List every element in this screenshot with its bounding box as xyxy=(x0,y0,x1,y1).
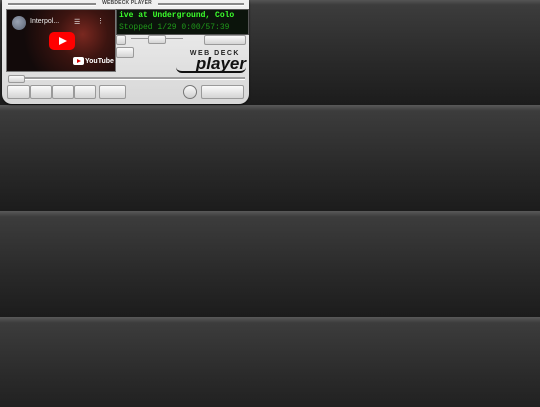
title-rule-right xyxy=(158,3,244,6)
playlist-button[interactable] xyxy=(201,85,244,99)
window-title: WEBDECK PLAYER xyxy=(102,0,152,6)
video-title[interactable]: Interpol... xyxy=(30,18,59,25)
channel-avatar[interactable] xyxy=(12,16,26,30)
background-band xyxy=(0,211,540,317)
control-divider xyxy=(131,38,148,39)
webdeck-logo: WEB DECK player xyxy=(174,50,248,73)
seek-thumb[interactable] xyxy=(8,75,25,83)
seek-bar[interactable] xyxy=(8,77,245,80)
youtube-logo[interactable]: YouTube xyxy=(73,57,114,65)
control-divider xyxy=(166,38,183,39)
playback-status: Stopped 1/29 0:00/57:39 xyxy=(119,23,230,32)
volume-down-button[interactable] xyxy=(116,35,126,45)
balance-button[interactable] xyxy=(148,35,166,44)
title-bar: WEBDECK PLAYER xyxy=(2,0,249,8)
next-button[interactable] xyxy=(99,85,126,99)
background-band xyxy=(0,105,540,211)
webdeck-player: WEBDECK PLAYER Interpol... ☰ ⋮ YouTube i… xyxy=(2,0,249,104)
shuffle-button[interactable] xyxy=(116,47,134,58)
play-button[interactable] xyxy=(30,85,52,99)
playlist-icon[interactable]: ☰ xyxy=(74,18,80,26)
stop-button[interactable] xyxy=(74,85,96,99)
youtube-mark-icon xyxy=(73,57,84,65)
title-rule-left xyxy=(8,3,96,6)
repeat-button[interactable] xyxy=(183,85,197,99)
logo-swoosh xyxy=(176,67,246,73)
youtube-embed[interactable]: Interpol... ☰ ⋮ YouTube xyxy=(6,9,116,72)
lcd-display: ive at Underground, Colo Stopped 1/29 0:… xyxy=(116,9,249,35)
pause-button[interactable] xyxy=(52,85,74,99)
background-band xyxy=(0,317,540,407)
previous-button[interactable] xyxy=(7,85,30,99)
more-icon[interactable]: ⋮ xyxy=(97,17,104,25)
play-icon[interactable] xyxy=(49,32,75,50)
youtube-logo-text: YouTube xyxy=(85,57,114,65)
eject-button[interactable] xyxy=(204,35,246,45)
track-title-ticker: ive at Underground, Colo xyxy=(119,11,235,20)
